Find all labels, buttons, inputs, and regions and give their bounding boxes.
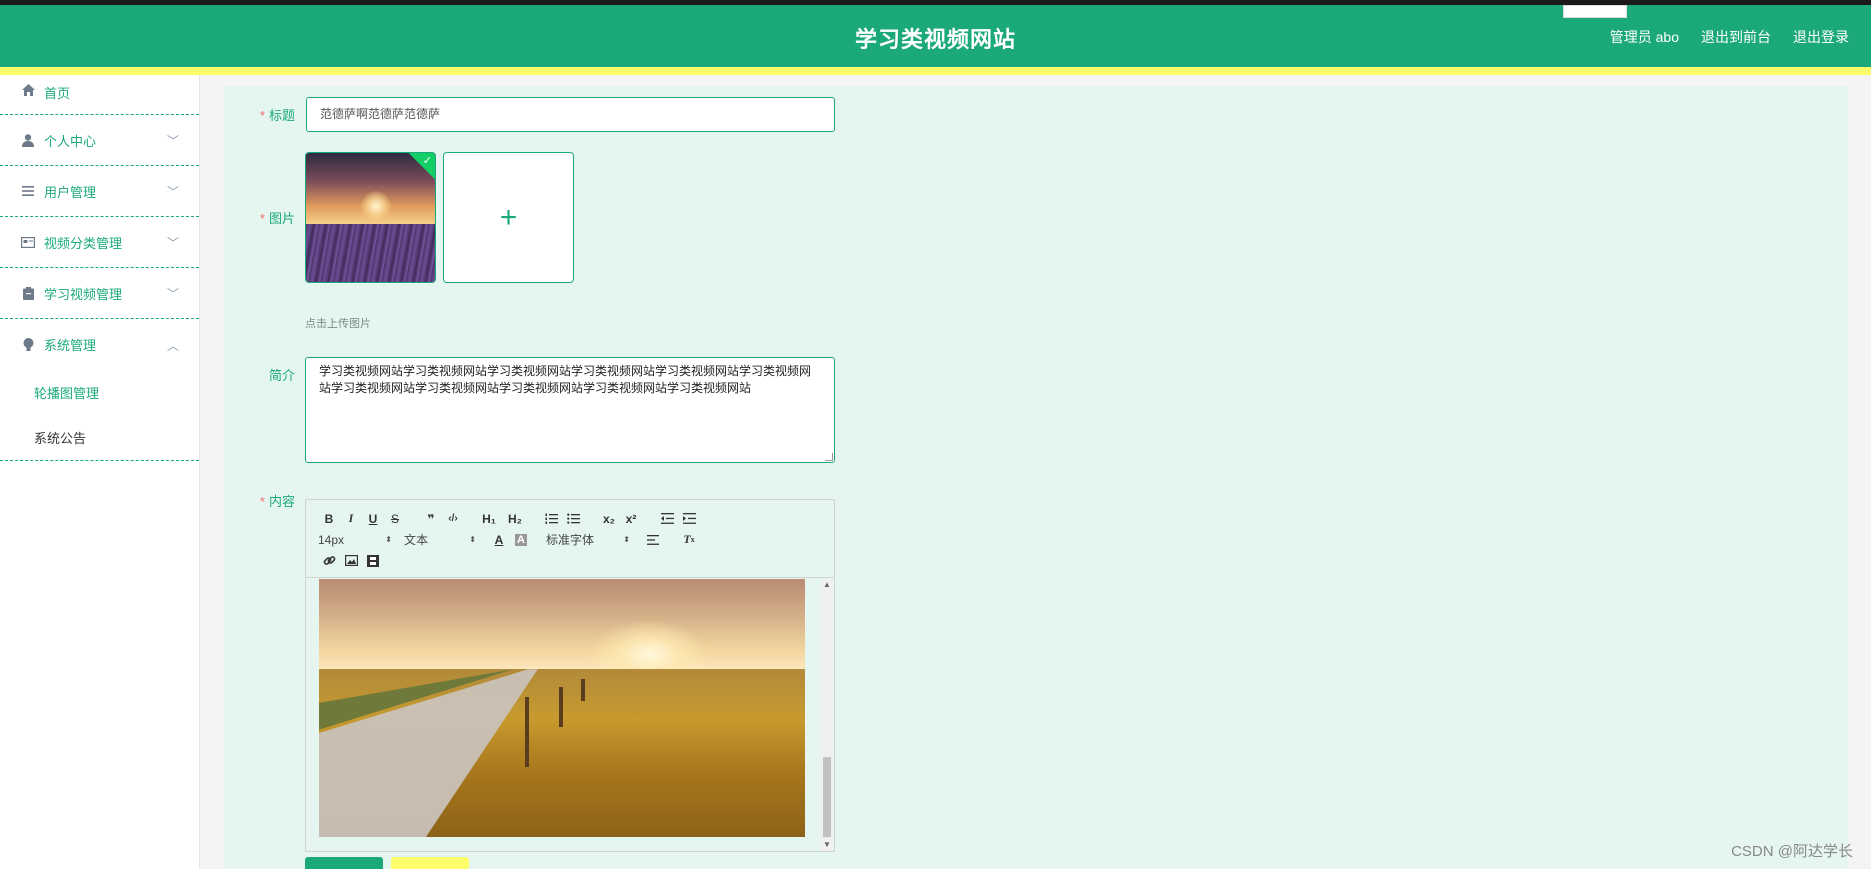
scroll-up-icon[interactable]: ▲ xyxy=(821,579,833,591)
font-family-select[interactable]: 标准字体 ⬍ xyxy=(546,531,630,548)
submit-button[interactable] xyxy=(305,857,383,869)
rich-text-editor: B I U S ❞ ‹/› H₁ H₂ x₂ x² 14px ⬍ 文本 ⬍ A … xyxy=(305,499,835,852)
font-color-icon[interactable]: A xyxy=(488,531,510,549)
scrollbar-thumb[interactable] xyxy=(823,757,831,837)
content-field-label: * 内容 xyxy=(259,494,295,509)
sidebar-subitem-carousel[interactable]: 轮播图管理 xyxy=(0,370,199,415)
csdn-watermark: CSDN @阿达学长 xyxy=(1731,843,1853,860)
select-arrows-icon: ⬍ xyxy=(385,535,392,544)
scroll-down-icon[interactable]: ▼ xyxy=(821,839,833,851)
intro-field-label: 简介 xyxy=(268,368,295,383)
editor-scrollbar[interactable]: ▲ ▼ xyxy=(821,579,833,851)
bold-button[interactable]: B xyxy=(318,510,340,528)
sidebar-subitem-announcement[interactable]: 系统公告 xyxy=(0,415,199,460)
subscript-button[interactable]: x₂ xyxy=(598,510,620,528)
blockquote-button[interactable]: ❞ xyxy=(420,510,442,528)
upload-hint: 点击上传图片 xyxy=(305,318,371,330)
sidebar: 首页 个人中心 ﹀ 用户管理 ﹀ 视频分类管理 ﹀ 学习视频管理 ﹀ 系统管理 … xyxy=(0,75,200,869)
home-icon xyxy=(20,83,36,97)
bullet-list-icon[interactable] xyxy=(562,510,584,528)
code-block-button[interactable]: ‹/› xyxy=(442,510,464,528)
background-color-icon[interactable]: A xyxy=(510,531,532,549)
sidebar-submenu-system: 轮播图管理 系统公告 xyxy=(0,370,199,461)
image-field-label: * 图片 xyxy=(259,211,295,226)
cancel-button[interactable] xyxy=(391,857,469,869)
italic-button[interactable]: I xyxy=(340,510,362,528)
select-arrows-icon: ⬍ xyxy=(623,535,630,544)
plus-icon: + xyxy=(499,200,518,234)
title-input[interactable]: 范德萨啊范德萨范德萨 xyxy=(306,97,835,132)
heading2-button[interactable]: H₂ xyxy=(504,510,526,528)
editor-content-image xyxy=(319,579,805,837)
image-icon[interactable] xyxy=(340,552,362,570)
image-upload-button[interactable]: + xyxy=(443,152,574,283)
sidebar-item-label: 系统管理 xyxy=(44,338,97,353)
clipboard-icon xyxy=(20,286,36,300)
sidebar-item-label: 个人中心 xyxy=(44,133,97,149)
select-arrows-icon: ⬍ xyxy=(469,535,476,544)
heading1-button[interactable]: H₁ xyxy=(478,510,500,528)
site-title: 学习类视频网站 xyxy=(854,27,1016,52)
clear-format-icon[interactable]: Tx xyxy=(678,531,700,549)
header-nav: 管理员 abo 退出到前台 退出登录 xyxy=(1610,27,1849,47)
header-accent-bar xyxy=(0,67,1871,75)
chevron-down-icon: ﹀ xyxy=(166,236,179,250)
chevron-up-icon: ︿ xyxy=(166,338,179,353)
resize-handle[interactable] xyxy=(825,453,833,461)
card-icon xyxy=(20,235,36,249)
sidebar-item-label: 首页 xyxy=(44,86,71,101)
sidebar-item-home[interactable]: 首页 xyxy=(0,75,199,115)
editor-toolbar: B I U S ❞ ‹/› H₁ H₂ x₂ x² 14px ⬍ 文本 ⬍ A … xyxy=(306,500,834,578)
superscript-button[interactable]: x² xyxy=(620,510,642,528)
font-size-select[interactable]: 14px ⬍ xyxy=(318,533,392,547)
logout-link[interactable]: 退出登录 xyxy=(1793,27,1849,47)
sidebar-item-study-video[interactable]: 学习视频管理 ﹀ xyxy=(0,268,199,319)
sidebar-item-system[interactable]: 系统管理 ︿ xyxy=(0,319,199,370)
video-icon[interactable] xyxy=(362,552,384,570)
underline-button[interactable]: U xyxy=(362,510,384,528)
outdent-icon[interactable] xyxy=(656,510,678,528)
sidebar-item-user-management[interactable]: 用户管理 ﹀ xyxy=(0,166,199,217)
format-select[interactable]: 文本 ⬍ xyxy=(404,531,476,548)
sidebar-item-video-category[interactable]: 视频分类管理 ﹀ xyxy=(0,217,199,268)
admin-user-label[interactable]: 管理员 abo xyxy=(1610,27,1679,47)
bulb-icon xyxy=(20,337,36,352)
align-icon[interactable] xyxy=(642,531,664,549)
strike-button[interactable]: S xyxy=(384,510,406,528)
title-field-label: * 标题 xyxy=(259,108,295,123)
sidebar-item-label: 用户管理 xyxy=(44,184,97,200)
sidebar-item-label: 视频分类管理 xyxy=(44,235,123,251)
intro-textarea[interactable]: 学习类视频网站学习类视频网站学习类视频网站学习类视频网站学习类视频网站学习类视频… xyxy=(305,357,835,463)
chevron-down-icon: ﹀ xyxy=(166,287,179,301)
chevron-down-icon: ﹀ xyxy=(166,134,179,148)
chevron-down-icon: ﹀ xyxy=(166,185,179,199)
link-icon[interactable] xyxy=(318,552,340,570)
sidebar-item-label: 学习视频管理 xyxy=(44,286,123,302)
sidebar-item-personal-center[interactable]: 个人中心 ﹀ xyxy=(0,115,199,166)
list-icon xyxy=(20,184,36,198)
back-to-front-link[interactable]: 退出到前台 xyxy=(1701,27,1771,47)
ordered-list-icon[interactable] xyxy=(540,510,562,528)
tooltip-popup xyxy=(1563,5,1627,18)
indent-icon[interactable] xyxy=(678,510,700,528)
uploaded-image-thumbnail[interactable]: ✓ xyxy=(305,152,436,283)
check-icon: ✓ xyxy=(422,155,432,167)
user-icon xyxy=(20,133,36,147)
